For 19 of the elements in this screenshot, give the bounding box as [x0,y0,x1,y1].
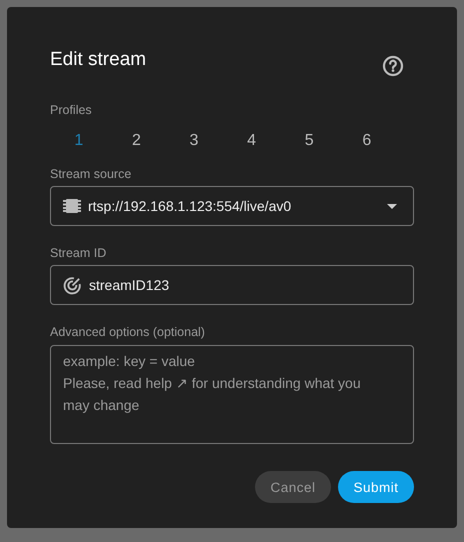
stream-id-label: Stream ID [50,245,106,261]
cancel-button[interactable]: Cancel [255,471,331,503]
stream-id-field[interactable]: streamID123 [50,265,414,305]
caret-icon [387,204,397,208]
advanced-options-label: Advanced options (optional) [50,324,205,340]
advanced-options-field[interactable]: example: key = value Please, read help ↗ for understanding what you may change [50,345,414,444]
profile-tab[interactable]: 3 [165,126,223,156]
profile-tab[interactable]: 4 [222,126,280,156]
profiles-label: Profiles [50,102,92,118]
stream-source-select[interactable]: rtsp://192.168.1.123:554/live/av0 [50,186,414,226]
stream-source-label: Stream source [50,166,132,182]
chip-icon [63,197,81,215]
target-icon [63,276,82,294]
help-icon[interactable] [382,55,404,77]
profile-tab[interactable]: 1 [50,126,108,156]
profile-tab[interactable]: 5 [280,126,338,156]
profile-tab[interactable]: 6 [338,126,396,156]
profile-tab[interactable]: 2 [108,126,166,156]
dialog-title: Edit stream [50,49,146,71]
